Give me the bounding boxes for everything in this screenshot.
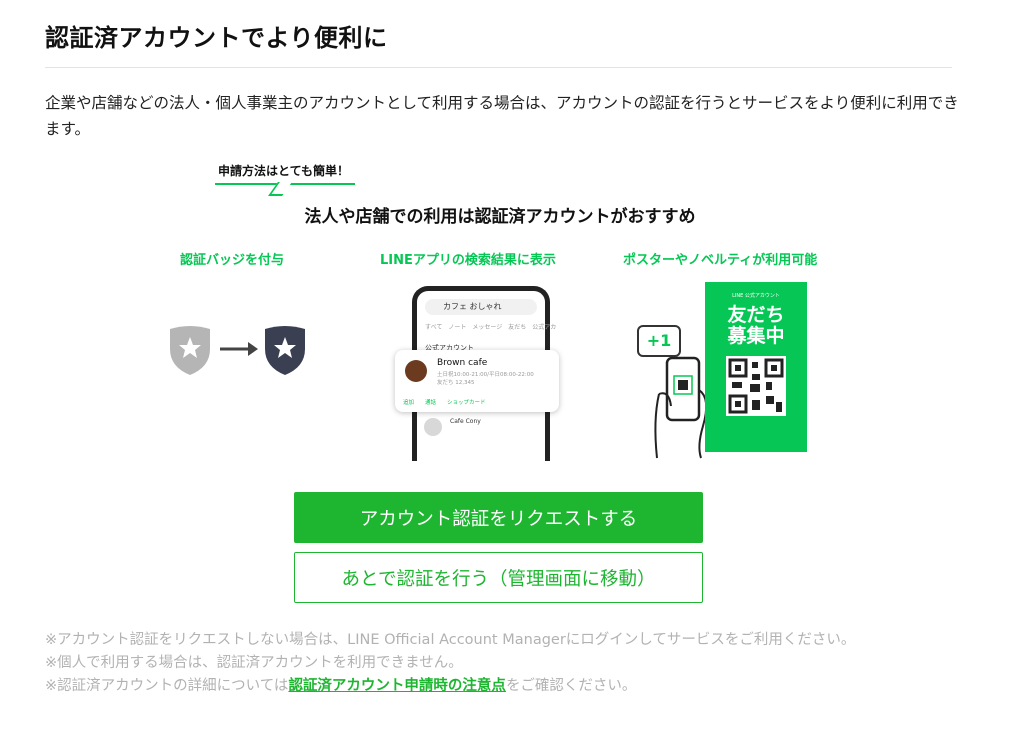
verify-later-button[interactable]: あとで認証を行う（管理画面に移動） [294, 552, 703, 603]
feature-search-label: LINEアプリの検索結果に表示 [380, 253, 556, 268]
card-hours: 土日祝10:00-21:00/平日08:00-22:00 [437, 372, 534, 378]
notes: ※アカウント認証をリクエストしない場合は、LINE Official Accou… [45, 629, 965, 698]
illustration-headline: 法人や店舗での利用は認証済アカウントがおすすめ [304, 207, 696, 227]
cafe2-avatar [424, 418, 442, 436]
shield-icon [170, 326, 305, 375]
phone-search-text: カフェ おしゃれ [443, 302, 502, 311]
cafe-avatar [405, 360, 427, 382]
qr-code-icon [726, 356, 786, 416]
badge-transition [168, 323, 318, 375]
verified-account-illustration: 申請方法はとても簡単！ 法人や店舗での利用は認証済アカウントがおすすめ 認証バッ… [155, 160, 875, 461]
request-verification-button[interactable]: アカウント認証をリクエストする [294, 492, 703, 543]
phone-search-bar: カフェ おしゃれ [425, 299, 537, 315]
feature-poster-label: ポスターやノベルティが利用可能 [623, 253, 818, 268]
verification-notes-link[interactable]: 認証済アカウント申請時の注意点 [288, 678, 506, 694]
note-details: ※認証済アカウントの詳細については認証済アカウント申請時の注意点をご確認ください… [45, 675, 965, 698]
poster-line2: 募集中 [727, 325, 785, 347]
intro-text: 企業や店舗などの法人・個人事業主のアカウントとして利用する場合は、アカウントの認… [45, 94, 959, 138]
note-details-suffix: をご確認ください。 [505, 678, 637, 694]
poster-line1: 友だち [727, 304, 785, 326]
note-details-prefix: ※認証済アカウントの詳細については [45, 678, 289, 694]
card-details: 土日祝10:00-21:00/平日08:00-22:00 友だち 12,345 [437, 371, 534, 387]
speech-bubble-text: 申請方法はとても簡単！ [218, 164, 350, 178]
page-title: 認証済アカウントでより便利に [45, 24, 388, 52]
card2-title: Cafe Cony [450, 418, 481, 425]
search-result-card: Brown cafe 土日祝10:00-21:00/平日08:00-22:00 … [395, 350, 559, 412]
card-title: Brown cafe [437, 358, 488, 368]
poster-brand: LINE 公式アカウント [732, 293, 780, 299]
phone-tabs: すべて ノート メッセージ 友だち 公式アカ [425, 324, 557, 331]
card-friends: 友だち 12,345 [437, 380, 475, 386]
search-result-second: Cafe Cony [420, 418, 538, 458]
card-actions: 追加 通話 ショップカード [403, 400, 486, 406]
feature-badge-label: 認証バッジを付与 [180, 253, 285, 268]
note-individual: ※個人で利用する場合は、認証済アカウントを利用できません。 [45, 655, 463, 671]
note-manager: ※アカウント認証をリクエストしない場合は、LINE Official Accou… [45, 632, 856, 648]
title-divider [45, 67, 952, 68]
recruit-poster: LINE 公式アカウント 友だち 募集中 [705, 282, 807, 452]
